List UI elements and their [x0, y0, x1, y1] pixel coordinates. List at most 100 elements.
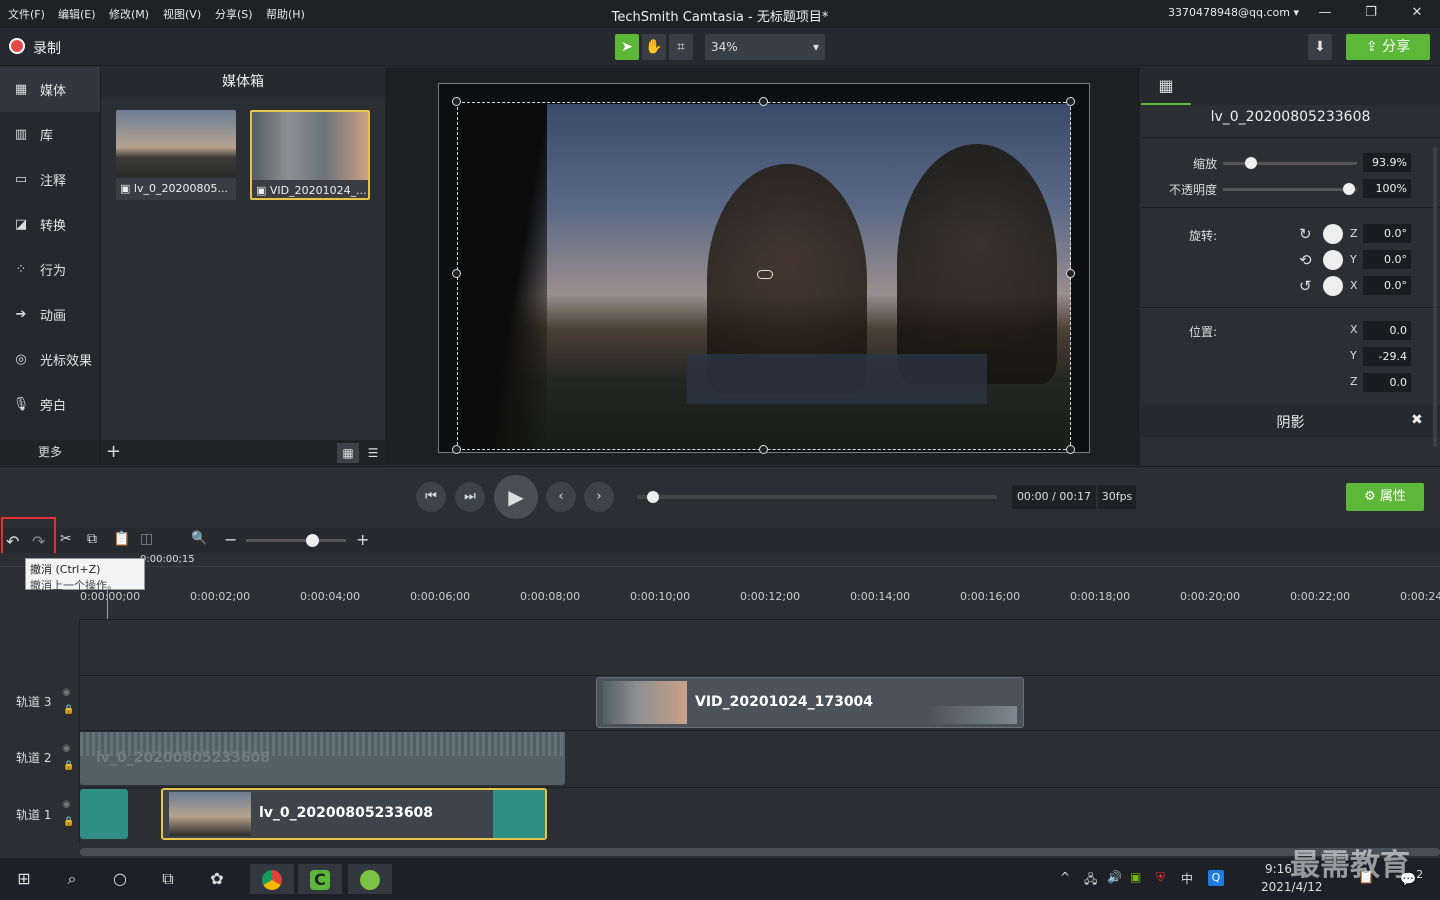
- nav-library[interactable]: ▥ 库: [0, 112, 100, 157]
- video-properties-tab-icon[interactable]: ▦: [1141, 67, 1191, 105]
- visibility-icon[interactable]: ◉: [62, 687, 71, 698]
- resize-handle[interactable]: [452, 269, 461, 278]
- grid-view-icon[interactable]: ▦: [337, 443, 359, 463]
- redo-icon[interactable]: ↷: [32, 532, 45, 551]
- zoom-icon[interactable]: 🔍: [191, 531, 207, 546]
- record-button[interactable]: 录制: [33, 38, 61, 58]
- qq-icon[interactable]: Q: [1208, 870, 1224, 886]
- resize-handle[interactable]: [1066, 97, 1075, 106]
- paste-icon[interactable]: 📋: [113, 531, 130, 547]
- resize-handle[interactable]: [759, 97, 768, 106]
- timeline-zoom-thumb[interactable]: [306, 534, 319, 547]
- scale-slider-thumb[interactable]: [1245, 157, 1257, 169]
- ime-indicator[interactable]: 中: [1181, 870, 1193, 887]
- nav-voice-narration[interactable]: 🎙 旁白: [0, 382, 100, 427]
- copy-icon[interactable]: ⧉: [87, 531, 97, 547]
- track-label-2[interactable]: 轨道 2: [0, 730, 80, 787]
- account-menu[interactable]: 3370478948@qq.com ▾: [1168, 6, 1299, 19]
- cut-icon[interactable]: ✂: [60, 531, 72, 547]
- transition-marker[interactable]: [493, 790, 545, 838]
- media-item[interactable]: ▣ lv_0_20200805...: [116, 110, 236, 200]
- search-icon[interactable]: ⌕: [56, 864, 88, 894]
- lock-icon[interactable]: 🔒: [63, 817, 74, 827]
- remove-effect-icon[interactable]: ✖: [1411, 412, 1423, 428]
- camtasia-icon[interactable]: C: [298, 864, 342, 894]
- video-canvas[interactable]: [438, 83, 1090, 454]
- network-icon[interactable]: 🖧: [1084, 870, 1097, 891]
- next-clip-icon[interactable]: ›: [584, 482, 614, 512]
- zoom-in-icon[interactable]: +: [356, 530, 369, 549]
- task-view-icon[interactable]: ⧉: [152, 864, 184, 894]
- rotate-y-dial[interactable]: [1323, 250, 1343, 270]
- chrome-icon[interactable]: [250, 864, 294, 894]
- step-forward-icon[interactable]: ⏭: [455, 482, 485, 512]
- download-icon[interactable]: ⬇: [1308, 34, 1332, 60]
- nav-behavior[interactable]: ⁘ 行为: [0, 247, 100, 292]
- properties-button[interactable]: ⚙ 属性: [1346, 483, 1424, 511]
- rotation-y-value[interactable]: 0.0°: [1363, 250, 1411, 269]
- center-handle[interactable]: [757, 270, 773, 279]
- cortana-icon[interactable]: ○: [104, 864, 136, 894]
- nvidia-icon[interactable]: ▣: [1130, 870, 1141, 884]
- split-icon[interactable]: ◫: [140, 531, 153, 547]
- nav-transition[interactable]: ◪ 转换: [0, 202, 100, 247]
- minimize-icon[interactable]: —: [1315, 5, 1335, 23]
- opacity-slider-thumb[interactable]: [1343, 183, 1355, 195]
- resize-handle[interactable]: [1066, 269, 1075, 278]
- nav-media[interactable]: ▦ 媒体: [0, 67, 100, 112]
- record-icon[interactable]: [9, 38, 25, 54]
- resize-handle[interactable]: [452, 445, 461, 454]
- resize-handle[interactable]: [1066, 445, 1075, 454]
- pinwheel-app-icon[interactable]: ✿: [201, 864, 233, 894]
- rotation-x-value[interactable]: 0.0°: [1363, 276, 1411, 295]
- add-icon[interactable]: +: [106, 441, 121, 462]
- zoom-out-icon[interactable]: −: [224, 530, 237, 549]
- close-icon[interactable]: ✕: [1407, 5, 1427, 23]
- position-z-value[interactable]: 0.0: [1363, 373, 1411, 392]
- rotate-z-dial[interactable]: [1323, 224, 1343, 244]
- windows-start-icon[interactable]: ⊞: [8, 864, 40, 894]
- track-label-1[interactable]: 轨道 1: [0, 787, 80, 843]
- track-label-3[interactable]: 轨道 3: [0, 675, 80, 730]
- scrub-thumb[interactable]: [647, 491, 659, 503]
- nav-cursor-effect[interactable]: ◎ 光标效果: [0, 337, 100, 382]
- zoom-dropdown[interactable]: 34% ▾: [705, 34, 825, 60]
- step-back-icon[interactable]: ⏮: [416, 482, 446, 512]
- melon-app-icon[interactable]: [348, 864, 392, 894]
- properties-scrollbar[interactable]: [1433, 147, 1437, 447]
- crop-tool-icon[interactable]: ⌗: [669, 34, 693, 60]
- undo-icon[interactable]: ↶: [6, 532, 19, 551]
- position-x-value[interactable]: 0.0: [1363, 321, 1411, 340]
- opacity-slider[interactable]: [1223, 188, 1357, 191]
- resize-handle[interactable]: [759, 445, 768, 454]
- opacity-value[interactable]: 100%: [1363, 179, 1411, 198]
- visibility-icon[interactable]: ◉: [62, 799, 71, 810]
- position-y-value[interactable]: -29.4: [1363, 347, 1411, 366]
- rotate-x-dial[interactable]: [1323, 276, 1343, 296]
- more-button[interactable]: 更多: [0, 440, 100, 465]
- timeline-zoom-slider[interactable]: [246, 534, 346, 547]
- resize-handle[interactable]: [452, 97, 461, 106]
- clock-time[interactable]: 9:16: [1265, 862, 1292, 876]
- share-button[interactable]: ⇪ 分享: [1346, 34, 1430, 60]
- timeline-clip-ghost[interactable]: lv_0_20200805233608: [80, 732, 565, 785]
- hand-tool-icon[interactable]: ✋: [642, 34, 666, 60]
- nav-annotation[interactable]: ▭ 注释: [0, 157, 100, 202]
- timeline-clip[interactable]: VID_20201024_173004: [596, 677, 1024, 728]
- select-tool-icon[interactable]: ➤: [615, 34, 639, 60]
- scale-slider[interactable]: [1223, 162, 1357, 165]
- lock-icon[interactable]: 🔒: [63, 705, 74, 715]
- media-item-selected[interactable]: ▣ VID_20201024_...: [250, 110, 370, 200]
- volume-icon[interactable]: 🔊: [1107, 870, 1122, 884]
- lock-icon[interactable]: 🔒: [63, 761, 74, 771]
- scale-value[interactable]: 93.9%: [1363, 153, 1411, 172]
- rotation-z-value[interactable]: 0.0°: [1363, 224, 1411, 243]
- timeline-clip-selected[interactable]: lv_0_20200805233608: [161, 788, 547, 840]
- security-icon[interactable]: ⛨: [1156, 870, 1165, 885]
- list-view-icon[interactable]: ☰: [363, 443, 383, 463]
- visibility-icon[interactable]: ◉: [62, 743, 71, 754]
- nav-animation[interactable]: ➔ 动画: [0, 292, 100, 337]
- play-icon[interactable]: ▶: [494, 475, 538, 519]
- scrub-bar[interactable]: [637, 491, 997, 503]
- tray-expand-icon[interactable]: ^: [1060, 870, 1070, 884]
